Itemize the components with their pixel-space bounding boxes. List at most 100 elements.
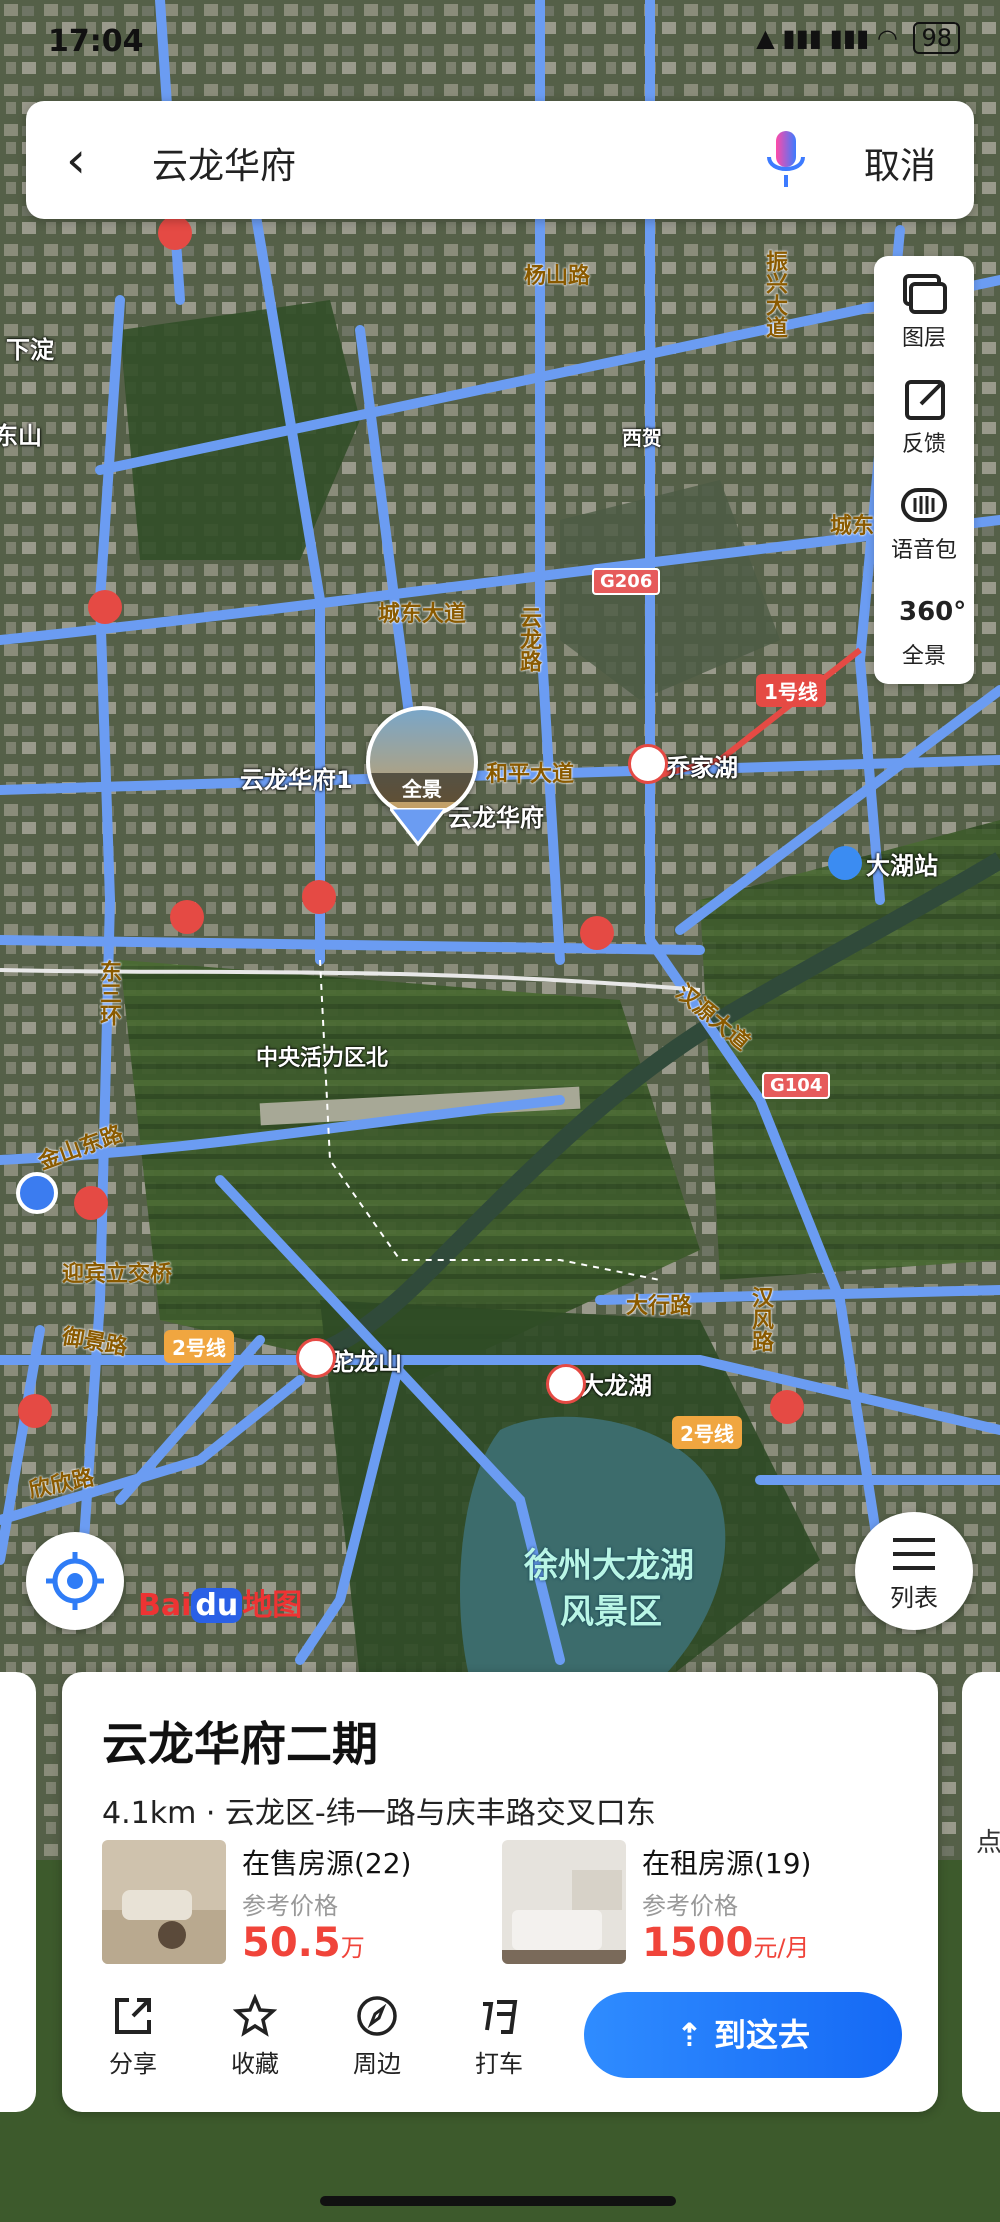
- share-label: 分享: [109, 2050, 157, 2078]
- construction-icon: [18, 1394, 52, 1428]
- list-label: 列表: [890, 1584, 938, 1612]
- favorite-label: 收藏: [231, 2050, 279, 2078]
- road-label: 和平大道: [486, 762, 575, 787]
- construction-icon: [74, 1186, 108, 1220]
- road-label: 大行路: [626, 1294, 693, 1319]
- taxi-button[interactable]: 打车: [454, 1994, 544, 2079]
- sale-ref-label: 参考价格: [242, 1892, 338, 1920]
- locate-icon: [46, 1552, 104, 1610]
- baidu-map-logo: Bai du 地图: [138, 1580, 302, 1624]
- share-button[interactable]: 分享: [88, 1994, 178, 2079]
- sale-price-value: 50.5: [242, 1920, 341, 1966]
- subway-line-badge: 2号线: [672, 1416, 742, 1449]
- layers-label: 图层: [901, 326, 946, 351]
- scenic-area-label: 徐州大龙湖: [524, 1546, 694, 1586]
- road-label: 城东大道: [378, 602, 467, 627]
- nearby-button[interactable]: 周边: [332, 1994, 422, 2079]
- list-button[interactable]: 列表: [855, 1512, 973, 1630]
- layers-icon: [903, 274, 947, 314]
- panorama-360-icon: 360°: [899, 597, 967, 627]
- signal-icon: ▲ ▮▮▮ ▮▮▮ ◠: [756, 24, 898, 52]
- place-label: 下淀: [6, 336, 54, 364]
- road-label: 云龙路: [516, 606, 541, 672]
- sale-listing-title[interactable]: 在售房源(22): [242, 1842, 411, 1882]
- construction-icon: [580, 916, 614, 950]
- map-tool-panel: 图层 反馈 语音包 360° 全景: [874, 256, 974, 684]
- previous-result-card[interactable]: [0, 1672, 36, 2112]
- next-result-card[interactable]: 点: [962, 1672, 1000, 2112]
- subway-line-badge: 2号线: [164, 1330, 234, 1363]
- sale-listing-thumbnail[interactable]: [102, 1840, 226, 1964]
- next-card-peek-text: 点: [976, 1828, 1000, 1858]
- subway-station-icon: [628, 744, 668, 784]
- status-time: 17:04: [48, 24, 144, 59]
- panorama-label: 全景: [901, 644, 946, 669]
- panorama-pin[interactable]: 全景: [366, 706, 478, 818]
- list-icon: [893, 1538, 935, 1570]
- destination-label[interactable]: 云龙华府: [448, 798, 544, 833]
- taxi-label: 打车: [475, 2050, 523, 2078]
- subway-station-icon: [296, 1338, 336, 1378]
- home-indicator[interactable]: [320, 2196, 676, 2206]
- rent-listing-thumbnail[interactable]: [502, 1840, 626, 1964]
- road-label: 汉风路: [748, 1286, 773, 1352]
- sale-price: 50.5万: [242, 1920, 365, 1966]
- feedback-button[interactable]: 反馈: [874, 366, 974, 466]
- place-label: 东山: [0, 422, 42, 450]
- place-label: 西贺: [622, 426, 662, 450]
- place-title[interactable]: 云龙华府二期: [102, 1708, 378, 1774]
- feedback-label: 反馈: [901, 432, 946, 457]
- construction-icon: [88, 590, 122, 624]
- search-bar: ‹ 云龙华府 取消: [26, 101, 974, 219]
- place-label: 中央活力区北: [256, 1046, 389, 1071]
- road-label: 云龙华府1: [240, 766, 353, 794]
- layers-button[interactable]: 图层: [874, 260, 974, 360]
- map-pin-icon: [390, 808, 446, 847]
- place-address: 4.1km · 云龙区-纬一路与庆丰路交叉口东: [102, 1796, 656, 1831]
- voice-pack-button[interactable]: 语音包: [874, 472, 974, 572]
- microphone-icon[interactable]: [766, 129, 806, 191]
- navigate-button[interactable]: ⇡ 到这去: [584, 1992, 902, 2078]
- highway-badge: G104: [762, 1072, 831, 1099]
- favorite-button[interactable]: 收藏: [210, 1994, 300, 2079]
- bedroom-image: [502, 1840, 626, 1964]
- navigate-label: 到这去: [713, 2016, 810, 2054]
- panorama-pin-label: 全景: [370, 773, 474, 802]
- navigate-arrow-icon: ⇡: [676, 2016, 714, 2054]
- road-label: 振兴大道: [762, 250, 787, 338]
- station-label: 驼龙山: [330, 1348, 402, 1376]
- current-location-dot: [16, 1172, 58, 1214]
- road-label: 东三环: [96, 960, 121, 1026]
- station-label: 乔家湖: [666, 754, 738, 782]
- rent-price-value: 1500: [642, 1920, 754, 1966]
- sale-price-unit: 万: [340, 1934, 365, 1962]
- construction-icon: [302, 880, 336, 914]
- subway-station-icon: [546, 1364, 586, 1404]
- rent-price: 1500元/月: [642, 1920, 809, 1966]
- logo-map: 地图: [242, 1588, 303, 1623]
- highway-badge: G206: [592, 568, 661, 595]
- place-label: 迎宾立交桥: [62, 1262, 173, 1287]
- share-icon: [115, 1998, 151, 2034]
- station-label: 大龙湖: [580, 1372, 652, 1400]
- back-icon[interactable]: ‹: [66, 131, 86, 189]
- road-label: 杨山路: [524, 264, 591, 289]
- place-card[interactable]: 云龙华府二期 4.1km · 云龙区-纬一路与庆丰路交叉口东 在售房源(22) …: [62, 1672, 938, 2112]
- voice-pack-icon: [901, 488, 947, 522]
- cancel-button[interactable]: 取消: [864, 137, 936, 189]
- station-label: 大湖站: [866, 852, 938, 880]
- construction-icon: [170, 900, 204, 934]
- battery-icon: 98: [913, 22, 960, 54]
- road-label: 城东: [830, 514, 875, 539]
- panorama-button[interactable]: 360° 全景: [874, 578, 974, 678]
- scenic-area-label: 风景区: [560, 1592, 662, 1632]
- logo-du: du: [191, 1588, 243, 1623]
- search-input[interactable]: 云龙华府: [152, 137, 296, 189]
- rent-listing-title[interactable]: 在租房源(19): [642, 1842, 811, 1882]
- taxi-icon: [483, 2000, 518, 2034]
- logo-bai: Bai: [138, 1588, 192, 1623]
- train-station-icon: [828, 846, 862, 880]
- star-icon: [233, 1994, 277, 2037]
- status-icons: ▲ ▮▮▮ ▮▮▮ ◠ 98: [756, 22, 960, 54]
- locate-button[interactable]: [26, 1532, 124, 1630]
